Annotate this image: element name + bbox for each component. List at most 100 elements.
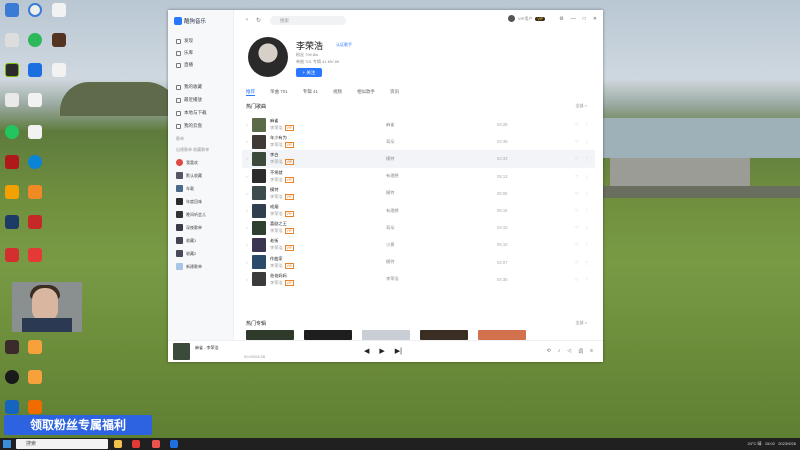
song-album[interactable]: 小黄 — [386, 242, 394, 248]
windows-start-icon[interactable] — [3, 440, 11, 448]
song-row[interactable]: ○ 麻雀 李荣浩 VIP 麻雀 04:28 ♡ ⋮ — [242, 116, 595, 133]
song-artist[interactable]: 李荣浩 — [270, 228, 283, 234]
minimize-icon[interactable]: — — [571, 16, 576, 22]
song-title[interactable]: 不将就 — [270, 170, 380, 176]
playlist-item[interactable]: 收藏1 — [176, 236, 196, 245]
desktop-icon[interactable] — [5, 370, 19, 384]
heart-icon[interactable]: ♡ — [575, 277, 579, 282]
nav-item-live[interactable]: 直播 — [176, 60, 193, 70]
heart-icon[interactable]: ♡ — [575, 156, 579, 161]
song-artist[interactable]: 李荣浩 — [270, 280, 283, 286]
song-artist[interactable]: 李荣浩 — [270, 194, 283, 200]
song-row[interactable]: ○ 爸爸妈妈 李荣浩 VIP 李荣浩 04:36 ♡ ⋮ — [242, 271, 595, 288]
song-row[interactable]: ○ 模特 李荣浩 VIP 模特 05:06 ♡ ⋮ — [242, 185, 595, 202]
tab-songs[interactable]: 单曲 701 — [270, 89, 288, 96]
close-icon[interactable]: ✕ — [593, 16, 597, 22]
song-checkbox[interactable]: ○ — [242, 208, 252, 213]
more-icon[interactable]: ⋮ — [585, 174, 589, 179]
avatar[interactable] — [507, 15, 515, 22]
nav-item-cloud[interactable]: 我的云盘 — [176, 121, 202, 131]
play-icon[interactable]: ▶ — [379, 347, 384, 355]
song-checkbox[interactable]: ○ — [242, 156, 252, 161]
heart-icon[interactable]: ♡ — [575, 260, 579, 265]
desktop-icon[interactable] — [5, 3, 19, 17]
song-checkbox[interactable]: ○ — [242, 139, 252, 144]
nav-item-favorites[interactable]: 我的收藏 — [176, 82, 202, 92]
desktop-icon[interactable] — [5, 93, 19, 107]
desktop-icon[interactable] — [5, 340, 19, 354]
song-cover[interactable] — [252, 186, 266, 201]
song-artist[interactable]: 李荣浩 — [270, 211, 283, 217]
tab-news[interactable]: 资讯 — [390, 89, 399, 96]
song-cover[interactable] — [252, 134, 266, 149]
desktop-icon[interactable] — [5, 33, 19, 47]
song-artist[interactable]: 李荣浩 — [270, 159, 283, 165]
song-artist[interactable]: 李荣浩 — [270, 125, 283, 131]
song-title[interactable]: 麻雀 — [270, 118, 380, 124]
song-title[interactable]: 年少有为 — [270, 135, 380, 141]
song-album[interactable]: 模特 — [386, 190, 394, 196]
song-row[interactable]: ○ 李白 李荣浩 VIP 模特 04:33 ♡ ⋮ — [242, 150, 595, 168]
song-row[interactable]: ○ 老街 李荣浩 VIP 小黄 05:10 ♡ ⋮ — [242, 236, 595, 253]
album-card[interactable] — [420, 330, 468, 340]
heart-icon[interactable]: ♡ — [575, 191, 579, 196]
taskbar-search[interactable]: 搜索 — [16, 439, 108, 449]
taskbar-app-icon[interactable] — [152, 440, 160, 448]
desktop-icon[interactable] — [28, 340, 42, 354]
album-card[interactable] — [304, 330, 352, 340]
song-cover[interactable] — [252, 272, 266, 287]
song-cover[interactable] — [252, 255, 266, 270]
song-row[interactable]: ○ 年少有为 李荣浩 VIP 耳朵 04:39 ♡ ⋮ — [242, 133, 595, 150]
now-playing-title[interactable]: 麻雀 - 李荣浩 — [195, 345, 219, 351]
lyrics-icon[interactable]: 词 — [578, 348, 583, 355]
desktop-icon[interactable] — [52, 33, 66, 47]
song-checkbox[interactable]: ○ — [242, 225, 252, 230]
song-cover[interactable] — [252, 203, 266, 218]
more-icon[interactable]: ⋮ — [585, 208, 589, 213]
song-checkbox[interactable]: ○ — [242, 277, 252, 282]
song-cover[interactable] — [252, 151, 266, 166]
playlist-item[interactable]: 深夜歌单 — [176, 223, 202, 232]
desktop-icon[interactable] — [28, 185, 42, 199]
playlist-item[interactable]: 晚间听会儿 — [176, 210, 206, 219]
song-title[interactable]: 爸爸妈妈 — [270, 273, 380, 279]
settings-icon[interactable]: ⚙ — [559, 16, 563, 22]
volume-icon[interactable]: ◁ — [567, 348, 571, 355]
desktop-icon[interactable] — [28, 248, 42, 262]
song-row[interactable]: ○ 不将就 李荣浩 VIP 有理想 05:13 ♡ ⋮ — [242, 168, 595, 185]
song-checkbox[interactable]: ○ — [242, 122, 252, 127]
vip-badge[interactable]: VIP — [535, 16, 545, 21]
playlist-item[interactable]: 新建歌单 — [176, 262, 202, 271]
heart-icon[interactable]: ♡ — [575, 122, 579, 127]
tab-recommend[interactable]: 推荐 — [246, 89, 255, 96]
nav-item-local[interactable]: 本地与下载 — [176, 108, 207, 118]
song-artist[interactable]: 李荣浩 — [270, 263, 283, 269]
more-icon[interactable]: ⋮ — [585, 139, 589, 144]
song-album[interactable]: 有理想 — [386, 173, 399, 179]
desktop-icon[interactable] — [28, 63, 42, 77]
sound-effect-icon[interactable]: ♪ — [558, 348, 561, 355]
playlist-item[interactable]: 年度回味 — [176, 197, 202, 206]
heart-icon[interactable]: ♡ — [575, 139, 579, 144]
song-cover[interactable] — [252, 117, 266, 132]
nav-item-library[interactable]: 乐库 — [176, 48, 193, 58]
album-card[interactable] — [362, 330, 410, 340]
album-card[interactable] — [246, 330, 294, 340]
song-checkbox[interactable]: ○ — [242, 191, 252, 196]
next-icon[interactable]: ▶| — [395, 347, 402, 355]
follow-button[interactable]: + 关注 — [296, 68, 322, 77]
song-album[interactable]: 麻雀 — [386, 122, 394, 128]
album-card[interactable] — [478, 330, 526, 340]
desktop-icon[interactable] — [52, 3, 66, 17]
desktop-icon[interactable] — [28, 215, 42, 229]
desktop-icon[interactable] — [28, 400, 42, 414]
back-icon[interactable]: ‹ — [246, 17, 248, 23]
song-title[interactable]: 老街 — [270, 238, 380, 244]
taskbar-app-icon[interactable] — [170, 440, 178, 448]
maximize-icon[interactable]: □ — [583, 16, 586, 22]
taskbar-app-icon[interactable] — [114, 440, 122, 448]
desktop-icon[interactable] — [28, 93, 42, 107]
desktop-icon[interactable] — [5, 248, 19, 262]
user-area[interactable]: VIP用户 VIP — [507, 15, 545, 22]
desktop-icon[interactable] — [28, 155, 42, 169]
